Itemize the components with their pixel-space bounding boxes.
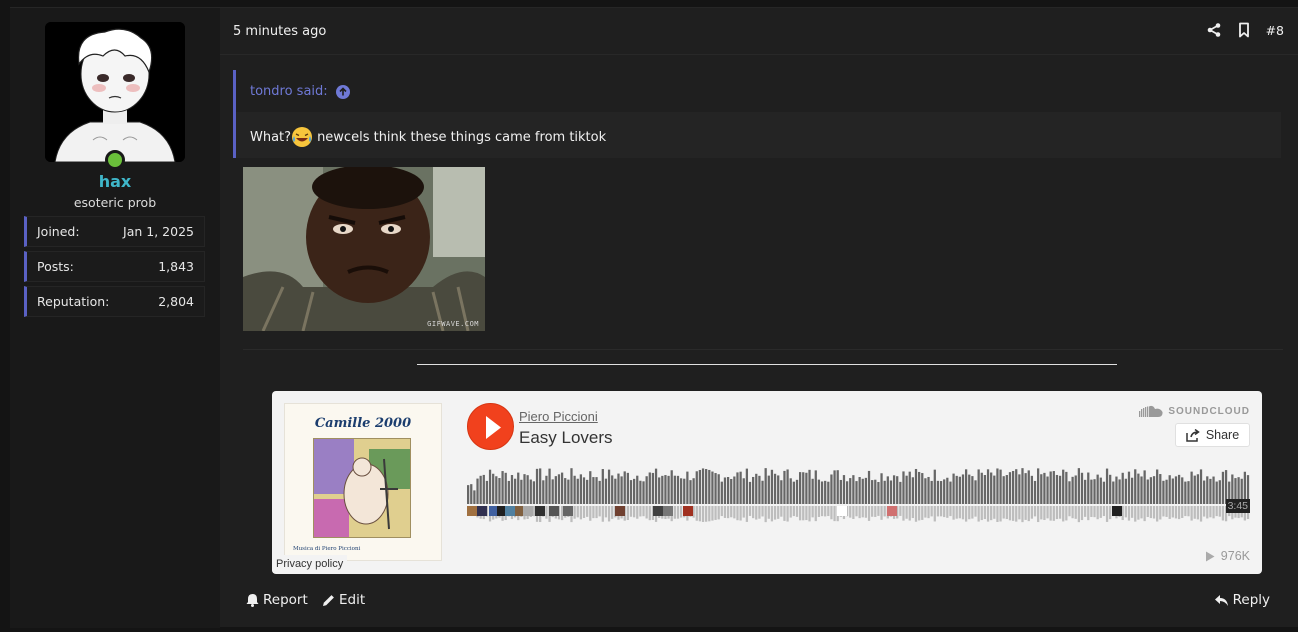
username[interactable]: hax: [10, 172, 220, 191]
share-button[interactable]: Share: [1175, 423, 1250, 447]
arrow-up-circle-icon[interactable]: [335, 84, 350, 99]
quote-author-link[interactable]: tondro said:: [250, 84, 350, 99]
pencil-icon: [323, 594, 334, 606]
quote-header: tondro said:: [236, 70, 1281, 112]
user-title: esoteric prob: [73, 195, 157, 210]
play-count-value: 976K: [1220, 549, 1250, 563]
post-timestamp[interactable]: 5 minutes ago: [233, 24, 326, 39]
quote-author-text[interactable]: tondro said:: [250, 84, 328, 99]
stat-label: Posts:: [37, 259, 74, 274]
post-number[interactable]: #8: [1266, 23, 1284, 38]
signature-divider: [243, 349, 1283, 350]
play-count: 976K: [1205, 549, 1250, 563]
album-artwork[interactable]: Camille 2000 Musica di Piero Piccioni: [284, 403, 442, 561]
bell-icon: [246, 594, 259, 607]
stat-value: Jan 1, 2025: [123, 224, 194, 239]
artist-link[interactable]: Piero Piccioni: [519, 409, 598, 424]
post-footer: Report Edit Reply: [220, 592, 1298, 612]
privacy-policy-link[interactable]: Privacy policy: [272, 555, 348, 573]
stat-value: 2,804: [158, 294, 194, 309]
quote-block: tondro said: What? newcels think these t…: [233, 70, 1281, 158]
share-label: Share: [1205, 428, 1240, 442]
stat-value: 1,843: [158, 259, 194, 274]
post-container: hax esoteric prob Joined: Jan 1, 2025 Po…: [10, 7, 1298, 628]
album-art-credit: Musica di Piero Piccioni: [293, 546, 361, 552]
user-sidebar: hax esoteric prob Joined: Jan 1, 2025 Po…: [10, 8, 220, 628]
album-art-picture: [313, 438, 411, 538]
play-count-icon: [1205, 551, 1215, 561]
report-button[interactable]: Report: [246, 592, 308, 608]
quote-text-start: What?: [250, 129, 292, 145]
reply-arrow-icon: [1214, 594, 1228, 606]
album-art-title: Camille 2000: [314, 416, 412, 431]
report-label: Report: [263, 592, 308, 608]
stat-reputation: Reputation: 2,804: [24, 286, 205, 317]
header-divider: [220, 54, 1298, 55]
post-main: 5 minutes ago #8 tondro said: What? newc…: [220, 8, 1298, 628]
stat-posts: Posts: 1,843: [24, 251, 205, 282]
soundcloud-logo[interactable]: SOUNDCLOUD: [1139, 405, 1250, 417]
soundcloud-cloud-icon: [1139, 405, 1163, 417]
bookmark-icon[interactable]: [1236, 22, 1252, 38]
gif-watermark: GIFWAVE.COM: [427, 320, 479, 328]
edit-label: Edit: [339, 592, 366, 608]
stat-joined: Joined: Jan 1, 2025: [24, 216, 205, 247]
track-title[interactable]: Easy Lovers: [519, 428, 613, 448]
avatar[interactable]: [45, 22, 185, 162]
edit-button[interactable]: Edit: [322, 592, 365, 608]
share-icon[interactable]: [1206, 22, 1222, 38]
soundcloud-brand-text: SOUNDCLOUD: [1168, 405, 1250, 417]
track-duration: 3:45: [1225, 499, 1250, 513]
quote-text-end: newcels think these things came from tik…: [317, 129, 607, 145]
laughing-crying-emoji-icon: [291, 126, 313, 148]
online-status-indicator: [105, 150, 125, 170]
waveform[interactable]: [467, 466, 1250, 536]
stat-label: Reputation:: [37, 294, 110, 309]
share-arrow-icon: [1186, 428, 1200, 442]
play-button[interactable]: [467, 403, 514, 450]
post-header-actions: #8: [1206, 22, 1284, 38]
quote-text: What? newcels think these things came fr…: [250, 126, 606, 148]
reply-button[interactable]: Reply: [1214, 592, 1270, 608]
reaction-gif[interactable]: GIFWAVE.COM: [243, 167, 485, 331]
soundcloud-embed: Camille 2000 Musica di Piero Piccioni Pr…: [272, 391, 1262, 574]
horizontal-rule: [417, 364, 1117, 365]
reply-label: Reply: [1232, 592, 1270, 608]
stat-label: Joined:: [37, 224, 80, 239]
